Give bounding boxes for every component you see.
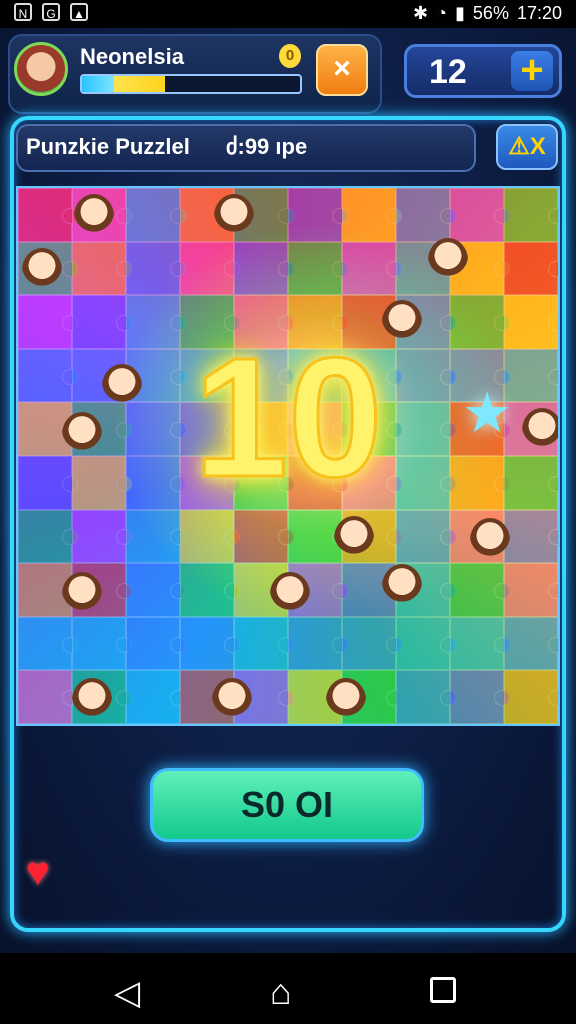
- character-piece[interactable]: [470, 518, 510, 562]
- character-piece[interactable]: [326, 678, 366, 722]
- puzzle-piece[interactable]: [126, 188, 186, 242]
- puzzle-piece[interactable]: [396, 509, 456, 564]
- battery-text: 56%: [472, 3, 509, 23]
- puzzle-piece[interactable]: [72, 509, 132, 564]
- character-piece[interactable]: [214, 194, 254, 238]
- character-piece[interactable]: [74, 194, 114, 238]
- character-piece[interactable]: [382, 564, 422, 608]
- character-piece[interactable]: [270, 572, 310, 616]
- puzzle-piece[interactable]: [342, 616, 402, 671]
- action-button[interactable]: S0 OI: [150, 768, 424, 842]
- puzzle-timer: ძ:99 ıpe: [226, 134, 308, 159]
- star-icon: ★: [462, 381, 513, 444]
- xp-progress-fill: [82, 76, 165, 92]
- puzzle-piece[interactable]: [126, 563, 186, 617]
- heart-icon[interactable]: ♥: [26, 850, 50, 895]
- recent-apps-icon[interactable]: [430, 977, 456, 1003]
- close-button[interactable]: ×: [316, 44, 368, 96]
- puzzle-piece[interactable]: [288, 616, 348, 671]
- xp-progress-bar: [80, 74, 302, 94]
- puzzle-piece[interactable]: [504, 241, 558, 296]
- home-icon[interactable]: ⌂: [270, 971, 292, 1013]
- score-value: 12: [429, 53, 467, 91]
- character-piece[interactable]: [72, 678, 112, 722]
- bluetooth-icon: ✱: [413, 3, 429, 23]
- puzzle-piece[interactable]: [18, 616, 78, 671]
- character-piece[interactable]: [22, 248, 62, 292]
- puzzle-piece[interactable]: [126, 241, 186, 296]
- puzzle-piece[interactable]: [450, 563, 510, 617]
- puzzle-piece[interactable]: [234, 509, 294, 564]
- puzzle-piece[interactable]: [342, 188, 402, 242]
- puzzle-piece[interactable]: [504, 509, 558, 564]
- add-button[interactable]: +: [511, 50, 553, 91]
- puzzle-piece[interactable]: [234, 616, 294, 671]
- player-avatar[interactable]: [14, 42, 68, 96]
- puzzle-piece[interactable]: [504, 616, 558, 671]
- puzzle-piece[interactable]: [234, 241, 294, 296]
- coin-icon: 0: [279, 44, 301, 68]
- puzzle-piece[interactable]: [180, 563, 240, 617]
- notification-icon: N: [14, 3, 32, 21]
- puzzle-piece[interactable]: [288, 188, 348, 242]
- puzzle-piece[interactable]: [126, 616, 186, 671]
- puzzle-piece[interactable]: [72, 241, 132, 296]
- puzzle-piece[interactable]: [450, 616, 510, 671]
- puzzle-piece[interactable]: [504, 188, 558, 242]
- puzzle-piece[interactable]: [180, 241, 240, 296]
- puzzle-piece[interactable]: [180, 509, 240, 564]
- image-icon: ▲: [70, 3, 88, 21]
- puzzle-piece[interactable]: [126, 509, 186, 564]
- signal-icon: ▮: [455, 3, 465, 23]
- puzzle-piece[interactable]: [18, 670, 78, 724]
- notification-icons: N G ▲: [14, 3, 88, 21]
- puzzle-piece[interactable]: [288, 241, 348, 296]
- character-piece[interactable]: [334, 516, 374, 560]
- character-piece[interactable]: [62, 572, 102, 616]
- wifi-icon: ◔: [436, 3, 448, 23]
- puzzle-piece[interactable]: [396, 616, 456, 671]
- hint-button[interactable]: ⚠X: [496, 124, 558, 170]
- score-box: 12 +: [404, 44, 562, 98]
- puzzle-piece[interactable]: [18, 509, 78, 564]
- back-icon[interactable]: ◁: [114, 973, 140, 1013]
- clock: 17:20: [516, 3, 562, 23]
- puzzle-piece[interactable]: [450, 670, 510, 724]
- puzzle-piece[interactable]: [396, 188, 456, 242]
- puzzle-piece[interactable]: [450, 188, 510, 242]
- puzzle-piece[interactable]: [72, 616, 132, 671]
- status-bar: N G ▲ ✱ ◔ ▮ 56% 17:20: [0, 0, 576, 28]
- sync-icon: G: [42, 3, 60, 21]
- puzzle-title: Punzkie Puzzlel: [26, 134, 190, 159]
- puzzle-piece[interactable]: [504, 670, 558, 724]
- puzzle-piece[interactable]: [18, 188, 78, 242]
- character-piece[interactable]: [212, 678, 252, 722]
- player-name: Neonelsia: [80, 44, 184, 69]
- puzzle-piece[interactable]: [396, 670, 456, 724]
- puzzle-piece[interactable]: [126, 670, 186, 724]
- puzzle-piece[interactable]: [504, 563, 558, 617]
- puzzle-piece[interactable]: [180, 616, 240, 671]
- puzzle-piece[interactable]: [342, 241, 402, 296]
- navigation-bar: ◁ ⌂: [0, 953, 576, 1024]
- status-indicators: ✱ ◔ ▮ 56% 17:20: [413, 3, 562, 24]
- character-piece[interactable]: [428, 238, 468, 282]
